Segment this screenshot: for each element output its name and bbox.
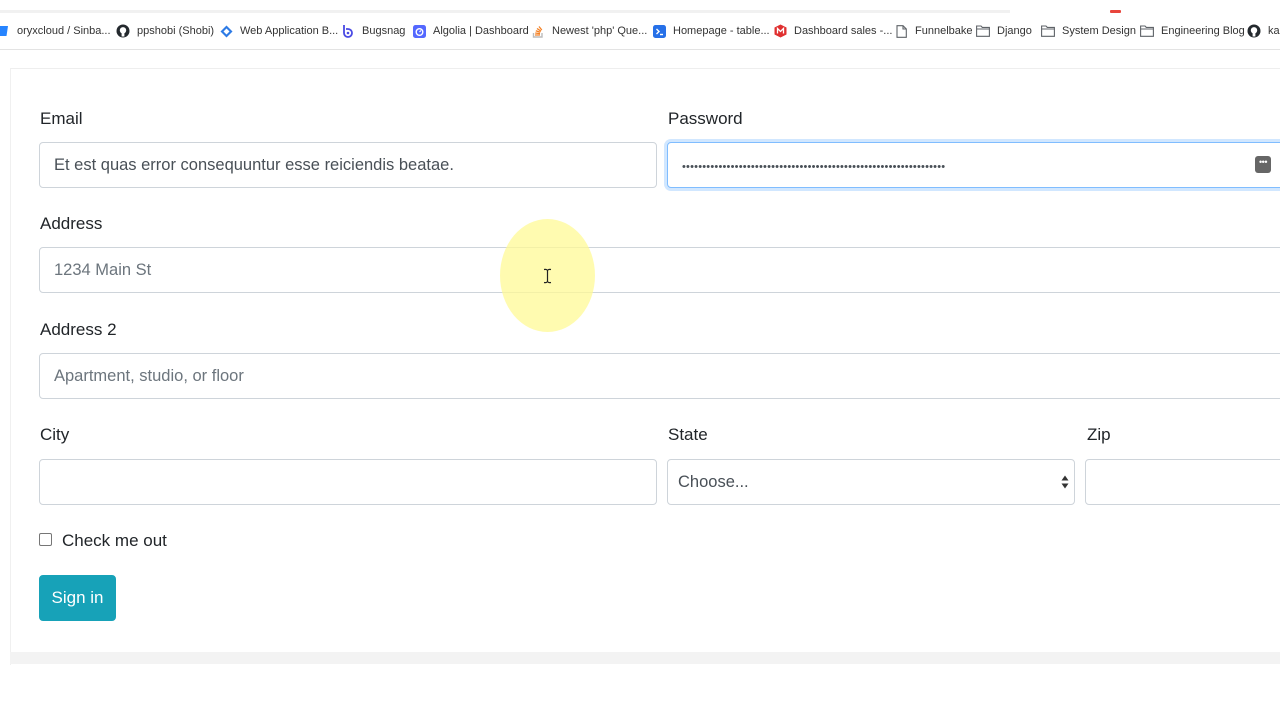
- diamond-icon: [219, 24, 233, 38]
- zip-input[interactable]: [1085, 459, 1280, 505]
- password-input[interactable]: ••••••••••••••••••••••••••••••••••••••••…: [667, 142, 1280, 188]
- bookmark-label: Dashboard sales -...: [794, 25, 893, 37]
- github-icon: [116, 24, 130, 38]
- state-select-value: Choose...: [678, 473, 749, 491]
- bugsnag-icon: [341, 24, 355, 38]
- check-me-out-checkbox[interactable]: [39, 533, 52, 546]
- email-input-value: Et est quas error consequuntur esse reic…: [54, 156, 454, 174]
- city-label: City: [40, 425, 70, 444]
- email-label: Email: [40, 109, 83, 128]
- address-input[interactable]: 1234 Main St: [39, 247, 1280, 293]
- password-label: Password: [668, 109, 743, 128]
- bookmarks-bar: oryxcloud / Sinba... ppshobi (Shobi) Web…: [0, 0, 1280, 50]
- bookmark-label: Django: [997, 25, 1032, 37]
- folder-icon: [1140, 24, 1154, 38]
- bookmark-stackoverflow[interactable]: Newest 'php' Que...: [531, 22, 647, 40]
- algolia-icon: [412, 24, 426, 38]
- terminal-icon: [652, 24, 666, 38]
- bookmark-funnelbake[interactable]: Funnelbake: [894, 22, 973, 40]
- bookmark-label: oryxcloud / Sinba...: [17, 25, 111, 37]
- bookmark-label: Funnelbake: [915, 25, 973, 37]
- bookmark-label: Newest 'php' Que...: [552, 25, 648, 37]
- address-label: Address: [40, 214, 103, 233]
- folder-icon: [976, 24, 990, 38]
- bookmark-label: System Design: [1062, 25, 1136, 37]
- bookmark-label: Algolia | Dashboard: [433, 25, 529, 37]
- check-me-out-label[interactable]: Check me out: [62, 531, 167, 551]
- folder-icon: [1041, 24, 1055, 38]
- bitbucket-icon: [0, 24, 10, 38]
- bookmark-ppshobi[interactable]: ppshobi (Shobi): [116, 22, 214, 40]
- zip-label: Zip: [1087, 425, 1111, 444]
- bookmark-web-application[interactable]: Web Application B...: [219, 22, 338, 40]
- bookmark-label: kar: [1268, 25, 1280, 37]
- bookmark-label: Engineering Blog: [1161, 25, 1245, 37]
- github-icon: [1247, 24, 1261, 38]
- city-input[interactable]: [39, 459, 657, 505]
- bookmark-label: ppshobi (Shobi): [137, 25, 215, 37]
- tab-strip-line: [0, 10, 1010, 13]
- bookmark-folder-system-design[interactable]: System Design: [1041, 22, 1136, 40]
- bookmark-oryxcloud[interactable]: oryxcloud / Sinba...: [0, 22, 111, 40]
- address2-input[interactable]: Apartment, studio, or floor: [39, 353, 1280, 399]
- password-manager-key-icon[interactable]: •••: [1255, 156, 1271, 173]
- bookmark-bugsnag[interactable]: Bugsnag: [341, 22, 405, 40]
- metabase-icon: [773, 24, 787, 38]
- bookmark-label: Web Application B...: [240, 25, 339, 37]
- bookmark-label: Homepage - table...: [673, 25, 770, 37]
- bookmark-label: Bugsnag: [362, 25, 406, 37]
- password-input-value: ••••••••••••••••••••••••••••••••••••••••…: [682, 161, 946, 173]
- address2-input-placeholder: Apartment, studio, or floor: [54, 367, 244, 385]
- bookmark-kar[interactable]: kar: [1247, 22, 1280, 40]
- card-bottom-edge: [10, 652, 1280, 664]
- state-label: State: [668, 425, 708, 444]
- select-arrows-icon: [1061, 475, 1069, 489]
- notification-mark: [1110, 10, 1121, 13]
- address2-label: Address 2: [40, 320, 117, 339]
- page-icon: [894, 24, 908, 38]
- stackoverflow-icon: [531, 24, 545, 38]
- bookmark-algolia[interactable]: Algolia | Dashboard: [412, 22, 529, 40]
- bookmark-folder-engineering-blog[interactable]: Engineering Blog: [1140, 22, 1245, 40]
- sign-in-button[interactable]: Sign in: [39, 575, 116, 621]
- address-input-placeholder: 1234 Main St: [54, 261, 152, 279]
- bookmark-dashboard-sales[interactable]: Dashboard sales -...: [773, 22, 892, 40]
- text-cursor-icon: [543, 268, 552, 284]
- bookmark-folder-django[interactable]: Django: [976, 22, 1032, 40]
- bookmark-homepage[interactable]: Homepage - table...: [652, 22, 770, 40]
- state-select[interactable]: Choose...: [667, 459, 1075, 505]
- email-input[interactable]: Et est quas error consequuntur esse reic…: [39, 142, 657, 188]
